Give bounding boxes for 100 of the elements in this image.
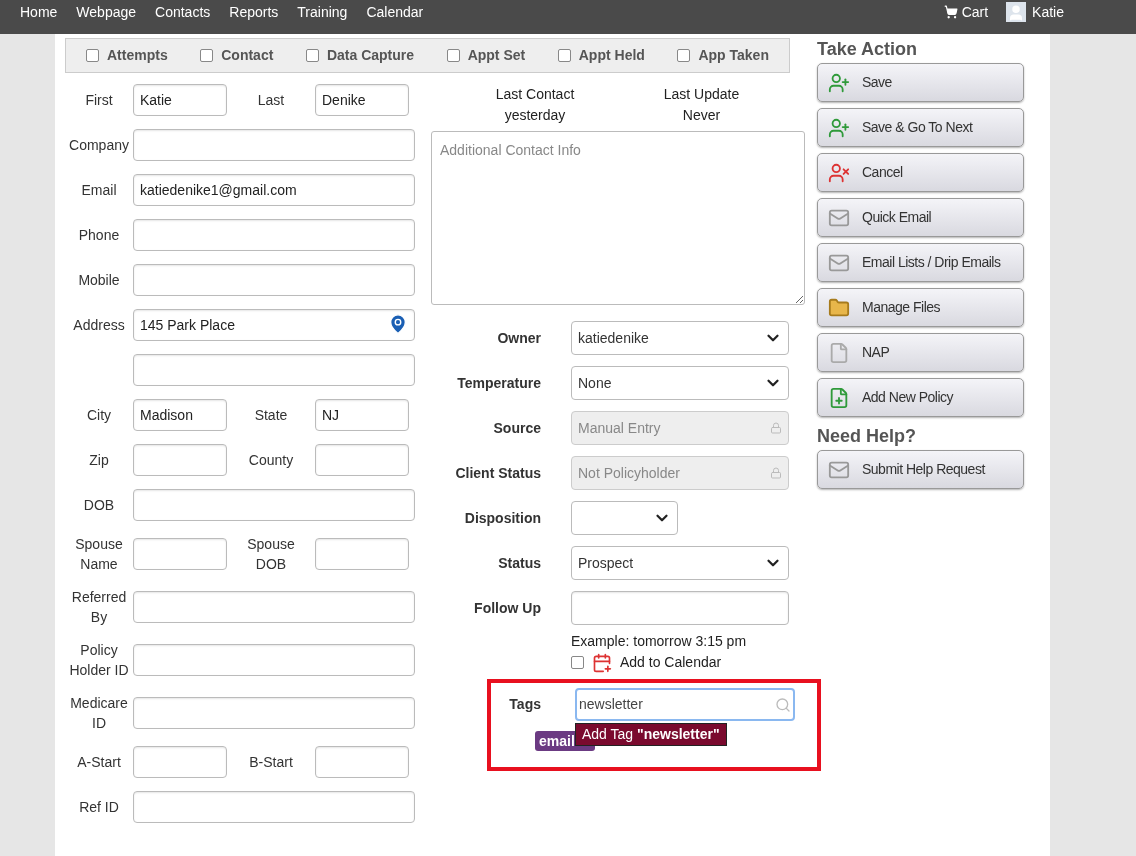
last-contact-value: yesterday	[504, 106, 566, 125]
stage-checkbox[interactable]	[305, 49, 319, 62]
select-dropdown[interactable]: katiedenike	[571, 321, 789, 355]
text-field[interactable]	[133, 129, 415, 161]
action-button[interactable]: Quick Email	[817, 198, 1024, 237]
nav-link[interactable]: Contacts	[155, 1, 211, 23]
stage-checkbox[interactable]	[86, 49, 99, 62]
text-field[interactable]	[133, 264, 415, 296]
nav-link[interactable]: Reports	[229, 1, 279, 23]
action-button[interactable]: Submit Help Request	[817, 450, 1024, 489]
field-label: Address	[72, 316, 126, 335]
tag-search-field[interactable]: newsletter	[575, 688, 795, 721]
text-field[interactable]	[133, 644, 415, 676]
field-label: A-Start	[76, 753, 122, 772]
text-field[interactable]	[315, 444, 409, 476]
nav-link[interactable]: Webpage	[76, 1, 137, 23]
folder-icon	[828, 296, 850, 319]
field-label: Follow Up	[473, 598, 541, 618]
stage-checkbox[interactable]	[446, 49, 460, 62]
follow-up-field[interactable]	[571, 591, 789, 625]
last-contact-label: Last Contact	[495, 85, 575, 104]
add-tag-tooltip[interactable]: Add Tag "newsletter"	[575, 723, 727, 746]
action-button[interactable]: NAP	[817, 333, 1024, 372]
field-label: B-Start	[248, 753, 294, 772]
notes-textarea[interactable]: Additional Contact Info	[431, 131, 805, 305]
address-field[interactable]: 145 Park Place	[133, 309, 415, 341]
nav-link[interactable]: Calendar	[366, 1, 424, 23]
field-label: Spouse Name	[74, 535, 124, 574]
text-field[interactable]	[133, 697, 415, 729]
text-field[interactable]: NJ	[315, 399, 409, 431]
field-label: Status	[497, 553, 541, 573]
text-field[interactable]: Madison	[133, 399, 227, 431]
section-title: Take Action	[817, 38, 919, 60]
text-field[interactable]	[315, 538, 409, 570]
field-label: Mobile	[77, 271, 121, 290]
field-label: County	[247, 451, 295, 470]
field-label: Owner	[496, 328, 541, 348]
text-field[interactable]	[133, 591, 415, 623]
stage-checkbox[interactable]	[677, 49, 691, 62]
text-field[interactable]	[133, 354, 415, 386]
text-field[interactable]	[315, 746, 409, 778]
action-button[interactable]: Add New Policy	[817, 378, 1024, 417]
field-label: City	[85, 406, 113, 425]
field-label: Source	[492, 418, 541, 438]
checkbox-label: Data Capture	[326, 46, 415, 65]
action-button[interactable]: Manage Files	[817, 288, 1024, 327]
field-label: Disposition	[463, 508, 541, 528]
map-pin-icon[interactable]	[387, 313, 409, 335]
section-title: Need Help?	[817, 425, 918, 447]
checkbox-label: Attempts	[107, 46, 168, 65]
follow-up-hint: Example: tomorrow 3:15 pm	[571, 632, 748, 651]
text-field[interactable]	[133, 746, 227, 778]
cart-icon	[943, 5, 958, 19]
text-field[interactable]	[133, 444, 227, 476]
select-dropdown[interactable]: Prospect	[571, 546, 789, 580]
select-dropdown[interactable]: None	[571, 366, 789, 400]
checkbox-label: Contact	[221, 46, 274, 65]
user-plus-icon	[828, 71, 850, 94]
field-label: Zip	[88, 451, 110, 470]
user-plus-icon	[828, 116, 850, 139]
field-label: Email	[80, 181, 118, 200]
field-label: State	[253, 406, 289, 425]
field-label: Client Status	[454, 463, 541, 483]
read-only-field: Manual Entry	[571, 411, 789, 445]
nav-link[interactable]: Home	[20, 1, 58, 23]
text-field[interactable]	[133, 538, 227, 570]
text-field[interactable]: Katie	[133, 84, 227, 116]
stage-checkbox[interactable]	[200, 49, 214, 62]
user-remove-icon	[828, 161, 850, 184]
field-label: Phone	[77, 226, 121, 245]
cart-link[interactable]: Cart	[943, 1, 989, 23]
select-dropdown[interactable]	[571, 501, 678, 535]
text-field[interactable]: Denike	[315, 84, 409, 116]
user-menu[interactable]: Katie	[1006, 1, 1064, 23]
field-label: Spouse DOB	[246, 535, 296, 574]
last-update-value: Never	[682, 106, 721, 125]
text-field[interactable]	[133, 791, 415, 823]
tags-label: Tags	[508, 695, 541, 714]
text-field[interactable]	[133, 489, 415, 521]
nav-link[interactable]: Training	[297, 1, 348, 23]
lock-icon	[770, 467, 782, 479]
field-label: Last	[256, 91, 286, 110]
stage-checkbox[interactable]	[557, 49, 571, 62]
action-button[interactable]: Email Lists / Drip Emails	[817, 243, 1024, 282]
field-label: Policy Holder ID	[68, 641, 130, 680]
action-button[interactable]: Save	[817, 63, 1024, 102]
text-field[interactable]: katiedenike1@gmail.com	[133, 174, 415, 206]
document-icon	[828, 341, 850, 364]
field-label: Medicare ID	[69, 694, 129, 733]
text-field[interactable]	[133, 219, 415, 251]
field-label: First	[84, 91, 114, 110]
action-button[interactable]: Save & Go To Next	[817, 108, 1024, 147]
lock-icon	[770, 422, 782, 434]
action-button[interactable]: Cancel	[817, 153, 1024, 192]
field-label: Temperature	[456, 373, 541, 393]
field-label: Company	[68, 136, 130, 155]
field-label: DOB	[82, 496, 116, 515]
checkbox-label: Appt Set	[467, 46, 526, 65]
checkbox-label: App Taken	[698, 46, 769, 65]
calendar-checkbox[interactable]	[571, 656, 584, 669]
